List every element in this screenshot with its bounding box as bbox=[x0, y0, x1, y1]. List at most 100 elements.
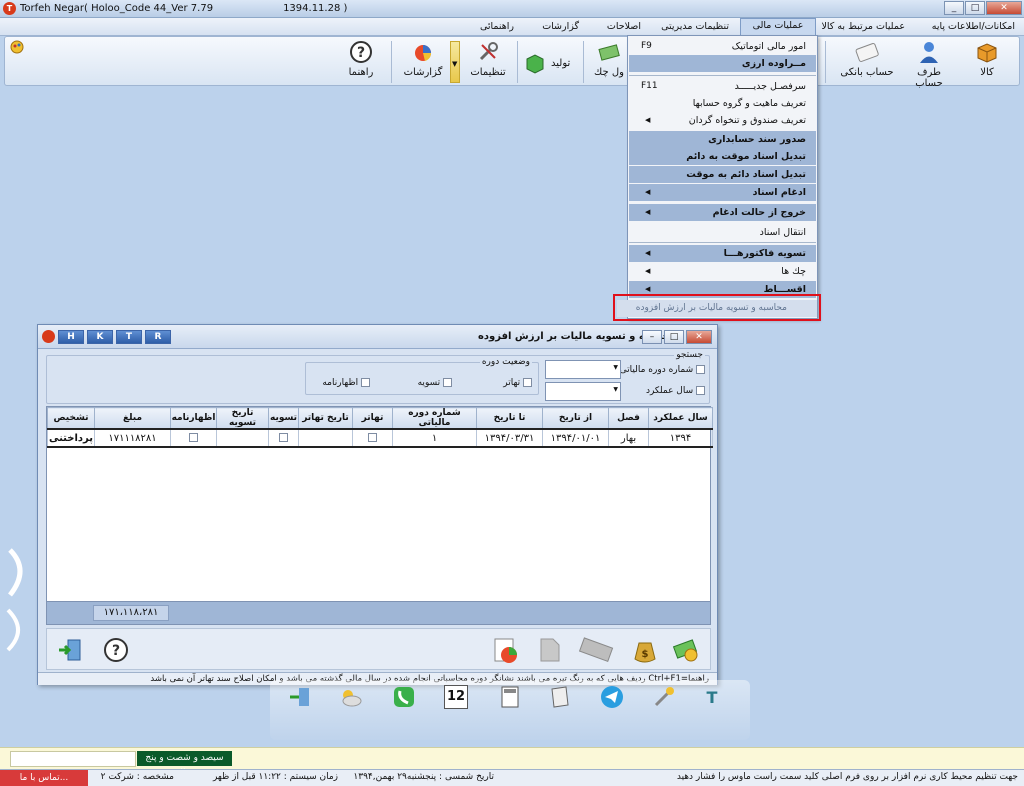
menu-item-account-groups[interactable]: تعریف ماهیت و گروه حسابها bbox=[629, 95, 816, 112]
col-diagnosis[interactable]: تشخیص bbox=[47, 407, 95, 430]
menu-item-cheques[interactable]: چك ها ◀ bbox=[629, 263, 816, 280]
maximize-button[interactable]: □ bbox=[965, 1, 985, 15]
hotkey-r[interactable]: R bbox=[145, 330, 171, 344]
hotkey-h[interactable]: H bbox=[58, 330, 84, 344]
year-input[interactable]: ▼ bbox=[545, 382, 621, 401]
col-tasvieh-date[interactable]: تاریخ تسویه bbox=[216, 407, 269, 430]
menu-item-unmerge[interactable]: خروج از حالت ادغام ◀ bbox=[629, 204, 816, 221]
menu-goods-ops[interactable]: عملیات مرتبط به کالا bbox=[816, 20, 910, 33]
calculator-icon[interactable] bbox=[498, 685, 522, 709]
ezharname-checkbox[interactable] bbox=[361, 378, 370, 387]
menu-item-issue-voucher[interactable]: صدور سند حسابداری bbox=[629, 131, 816, 148]
hotkey-t[interactable]: T bbox=[116, 330, 142, 344]
brand-logo-icon[interactable]: T bbox=[700, 685, 724, 709]
menu-item-new-heading[interactable]: سرفصـل جدیـــــد F11 bbox=[629, 78, 816, 95]
menu-admin-settings[interactable]: تنظیمات مدیریتی bbox=[656, 20, 734, 33]
help-icon[interactable]: ? bbox=[103, 637, 129, 663]
report-chart-icon[interactable] bbox=[491, 635, 521, 665]
col-season[interactable]: فصل bbox=[608, 407, 649, 430]
app-logo-icon: T bbox=[3, 2, 16, 15]
period-input[interactable]: ▼ bbox=[545, 360, 621, 379]
year-checkbox[interactable] bbox=[696, 386, 705, 395]
menu-corrections[interactable]: اصلاحات bbox=[602, 20, 646, 33]
col-ezharname[interactable]: اظهارنامه bbox=[170, 407, 217, 430]
row-tahator-checkbox[interactable] bbox=[368, 433, 377, 442]
cell-ezharname[interactable] bbox=[170, 428, 217, 448]
toolbar-account-button[interactable]: طرف حساب bbox=[903, 40, 955, 89]
menu-item-transfer-docs[interactable]: انتقال اسناد bbox=[629, 224, 816, 241]
menu-reports[interactable]: گزارشات bbox=[537, 20, 584, 33]
toolbar-cheque-button[interactable]: ول چك bbox=[589, 40, 629, 78]
col-tasvieh[interactable]: تسویه bbox=[268, 407, 299, 430]
period-filter-label: شماره دوره مالیاتی bbox=[619, 365, 694, 375]
hotkey-k[interactable]: K bbox=[87, 330, 113, 344]
toolbar-settings-button[interactable]: تنظیمات bbox=[465, 40, 511, 78]
menu-base-info[interactable]: امکانات/اطلاعات پایه bbox=[927, 20, 1020, 33]
menu-item-label: خروج از حالت ادغام bbox=[712, 207, 806, 218]
toolbar-bank-button[interactable]: حساب بانکی bbox=[837, 40, 897, 78]
dialog-minimize-button[interactable]: – bbox=[642, 330, 662, 344]
toolbar-dropdown-arrow[interactable]: ▼ bbox=[450, 41, 460, 83]
exit-door-icon[interactable] bbox=[57, 637, 83, 663]
calendar-icon[interactable]: 12 bbox=[444, 685, 468, 709]
card-icon bbox=[855, 43, 879, 62]
menu-item-currency[interactable]: مــراوده ارزی bbox=[629, 55, 816, 72]
status-tahator[interactable]: تهاتر bbox=[503, 378, 532, 388]
cash-icon[interactable] bbox=[671, 635, 701, 665]
tahator-checkbox[interactable] bbox=[523, 378, 532, 387]
customize-icon[interactable] bbox=[9, 39, 25, 55]
col-amount[interactable]: مبلغ bbox=[94, 407, 171, 430]
weather-icon[interactable] bbox=[338, 685, 362, 709]
document-icon[interactable] bbox=[537, 637, 561, 663]
year-filter[interactable]: سال عملکرد bbox=[646, 386, 705, 396]
col-tahator[interactable]: تهاتر bbox=[352, 407, 393, 430]
card-icon[interactable] bbox=[577, 637, 617, 663]
close-button[interactable]: ✕ bbox=[986, 1, 1022, 15]
col-from-date[interactable]: از تاریخ bbox=[542, 407, 609, 430]
report-icon bbox=[415, 45, 432, 61]
notebook-icon[interactable] bbox=[548, 685, 572, 709]
menu-item-label: تسویه فاکتورهـــا bbox=[723, 248, 806, 259]
period-filter[interactable]: شماره دوره مالیاتی bbox=[620, 365, 705, 375]
col-period[interactable]: شماره دوره مالیاتی bbox=[392, 407, 477, 430]
toolbar-kala-button[interactable]: کالا bbox=[969, 40, 1005, 78]
toolbar-help-button[interactable]: ? راهنما bbox=[341, 40, 381, 78]
telegram-icon[interactable] bbox=[600, 685, 624, 709]
tasvieh-checkbox[interactable] bbox=[443, 378, 452, 387]
toolbar-bank-label: حساب بانکی bbox=[840, 67, 894, 78]
period-checkbox[interactable] bbox=[696, 365, 705, 374]
toolbar-production-button[interactable]: تولید bbox=[523, 51, 579, 75]
col-tahator-date[interactable]: تاریخ تهاتر bbox=[298, 407, 353, 430]
toolbar-reports-button[interactable]: گزارشات bbox=[399, 40, 447, 78]
money-bag-icon[interactable]: $ bbox=[631, 635, 659, 665]
row-ezharname-checkbox[interactable] bbox=[189, 433, 198, 442]
shortcut-label: F9 bbox=[641, 41, 652, 51]
menu-item-perm-to-temp[interactable]: تبدیل اسناد دائم به موقت bbox=[629, 166, 816, 183]
exit-dock-icon[interactable] bbox=[288, 685, 312, 709]
dialog-maximize-button[interactable]: □ bbox=[664, 330, 684, 344]
toolbar-account-label: طرف حساب bbox=[915, 67, 943, 89]
contact-us-button[interactable]: تماس با ما... bbox=[0, 770, 88, 786]
menu-help[interactable]: راهنمائی bbox=[475, 20, 519, 33]
tools-dock-icon[interactable] bbox=[652, 685, 676, 709]
menu-item-settle-invoices[interactable]: تسویه فاکتورهـــا ◀ bbox=[629, 245, 816, 262]
total-amount: ۱۷۱،۱۱۸،۲۸۱ bbox=[93, 605, 169, 621]
dialog-close-button[interactable]: ✕ bbox=[686, 330, 712, 344]
vat-table: سال عملکرد فصل از تاریخ تا تاریخ شماره د… bbox=[46, 406, 713, 625]
menu-financial-ops[interactable]: عملیات مالی bbox=[740, 18, 816, 36]
status-ezharname[interactable]: اظهارنامه bbox=[322, 378, 370, 388]
cell-tahator[interactable] bbox=[352, 428, 393, 448]
row-tasvieh-checkbox[interactable] bbox=[279, 433, 288, 442]
menu-item-merge[interactable]: ادغام اسناد ◀ bbox=[629, 184, 816, 201]
message-input[interactable] bbox=[10, 751, 136, 767]
status-tasvieh[interactable]: تسویه bbox=[418, 378, 452, 388]
menu-item-temp-to-perm[interactable]: تبدیل اسناد موقت به دائم bbox=[629, 148, 816, 165]
col-year[interactable]: سال عملکرد bbox=[648, 407, 713, 430]
cell-tasvieh[interactable] bbox=[268, 428, 299, 448]
table-row[interactable]: ۱۳۹۴ بهار ۱۳۹۴/۰۱/۰۱ ۱۳۹۴/۰۳/۳۱ ۱ ۱۷۱۱۱۸… bbox=[47, 428, 713, 448]
menu-item-auto-finance[interactable]: امور مالی اتوماتیک F9 bbox=[629, 38, 816, 55]
minimize-button[interactable]: _ bbox=[944, 1, 964, 15]
col-to-date[interactable]: تا تاریخ bbox=[476, 407, 543, 430]
phone-icon[interactable] bbox=[392, 685, 416, 709]
menu-item-cashbox[interactable]: تعریف صندوق و تنخواه گردان ◀ bbox=[629, 112, 816, 129]
